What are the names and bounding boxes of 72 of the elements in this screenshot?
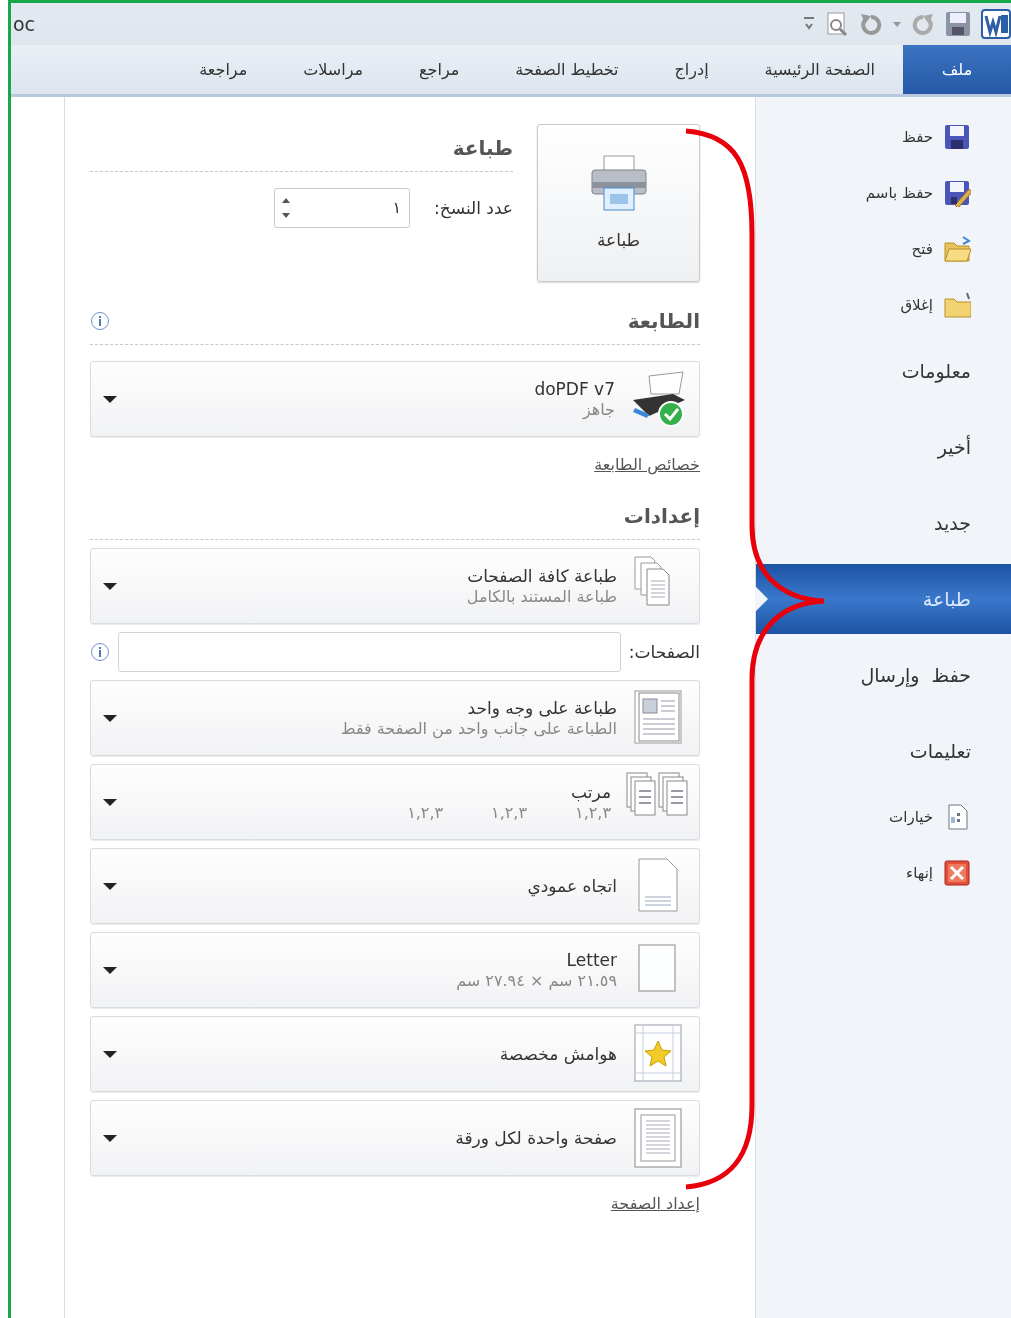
caret-icon: [103, 798, 117, 806]
ribbon-tab[interactable]: ملف: [903, 45, 1011, 94]
sidebar-item[interactable]: إنهاء: [756, 845, 1011, 901]
info-icon: [90, 642, 110, 662]
settings-dropdown[interactable]: مرتب ١,٢,٣ ١,٢,٣ ١,٢,٣: [90, 764, 700, 840]
copies-label: عدد النسخ:: [434, 196, 513, 220]
ribbon-tab[interactable]: مراسلات: [275, 45, 392, 94]
word-logo-icon[interactable]: [981, 9, 1011, 39]
save-icon[interactable]: [945, 11, 971, 37]
settings-dropdown[interactable]: اتجاه عمودي: [90, 848, 700, 924]
caret-icon: [103, 1050, 117, 1058]
settings-dropdown[interactable]: طباعة على وجه واحد الطباعة على جانب واحد من الصفحة فقط: [90, 680, 700, 756]
caret-icon: [103, 882, 117, 890]
ribbon-tab[interactable]: تخطيط الصفحة: [487, 45, 647, 94]
save-icon: [943, 123, 971, 151]
close-icon: [943, 859, 971, 887]
sidebar-item[interactable]: حفظ باسم: [756, 165, 1011, 221]
ribbon-tab[interactable]: إدراج: [646, 45, 737, 94]
printer-name: doPDF v7: [534, 377, 615, 400]
option-subtitle: الطباعة على جانب واحد من الصفحة فقط: [340, 718, 617, 740]
window-title: oc: [13, 11, 36, 37]
sidebar-item[interactable]: طباعة: [756, 564, 1011, 634]
ribbon-tab[interactable]: مراجع: [391, 45, 488, 94]
section-heading: إعدادات: [90, 501, 700, 540]
page-sequence: ١,٢,٣: [575, 802, 611, 824]
ribbon-tab[interactable]: مراجعة: [171, 45, 276, 94]
option-title: طباعة على وجه واحد: [466, 696, 617, 719]
print-preview-icon[interactable]: [825, 11, 849, 37]
option-title: Letter: [565, 948, 617, 971]
sidebar-item[interactable]: تعليمات: [756, 713, 1011, 789]
pages-input-field[interactable]: [118, 632, 621, 672]
undo-icon[interactable]: [859, 12, 883, 36]
option-subtitle: طباعة المستند بالكامل: [466, 586, 617, 608]
section-heading: طباعة: [90, 133, 513, 172]
ribbon-tab[interactable]: الصفحة الرئيسية: [736, 45, 903, 94]
page-setup-link[interactable]: إعداد الصفحة: [610, 1192, 700, 1216]
settings-dropdown[interactable]: هوامش مخصصة: [90, 1016, 700, 1092]
option-subtitle: ٢١.٥٩ سم × ٢٧.٩٤ سم: [456, 970, 617, 992]
option-title: مرتب: [570, 780, 611, 803]
pages-label: الصفحات:: [628, 640, 700, 664]
folder-icon: [943, 291, 971, 319]
option-title: اتجاه عمودي: [527, 874, 617, 898]
folder-icon: [943, 235, 971, 263]
sidebar-item[interactable]: إغلاق: [756, 277, 1011, 333]
sidebar-item[interactable]: أخير: [756, 409, 1011, 485]
settings-dropdown[interactable]: طباعة كافة الصفحات طباعة المستند بالكامل: [90, 548, 700, 624]
sidebar-item[interactable]: فتح: [756, 221, 1011, 277]
copies-spinner[interactable]: ١: [274, 188, 411, 228]
dropdown-arrow-icon[interactable]: [893, 20, 901, 28]
caret-icon: [103, 1134, 117, 1142]
sidebar-item[interactable]: حفظ: [756, 109, 1011, 165]
option-title: طباعة كافة الصفحات: [466, 564, 617, 587]
sidebar-item[interactable]: معلومات: [756, 333, 1011, 409]
sidebar-item[interactable]: حفظ وإرسال: [756, 637, 1011, 713]
section-heading: الطابعة: [627, 308, 700, 335]
page-sequence: ١,٢,٣: [407, 802, 444, 824]
caret-icon: [103, 395, 117, 403]
sidebar-item[interactable]: خيارات: [756, 789, 1011, 845]
redo-icon[interactable]: [911, 12, 935, 36]
settings-dropdown[interactable]: صفحة واحدة لكل ورقة: [90, 1100, 700, 1176]
printer-properties-link[interactable]: خصائص الطابعة: [594, 453, 700, 477]
printer-status: جاهز: [581, 399, 615, 421]
caret-icon: [103, 582, 117, 590]
save-as-icon: [943, 179, 971, 207]
caret-icon: [103, 714, 117, 722]
caret-icon: [103, 966, 117, 974]
info-icon: [90, 311, 110, 331]
print-button[interactable]: طباعة: [537, 124, 700, 282]
option-title: هوامش مخصصة: [499, 1042, 617, 1066]
page-sequence: ١,٢,٣: [491, 802, 528, 824]
sidebar-item[interactable]: جديد: [756, 485, 1011, 561]
option-title: صفحة واحدة لكل ورقة: [455, 1126, 617, 1150]
